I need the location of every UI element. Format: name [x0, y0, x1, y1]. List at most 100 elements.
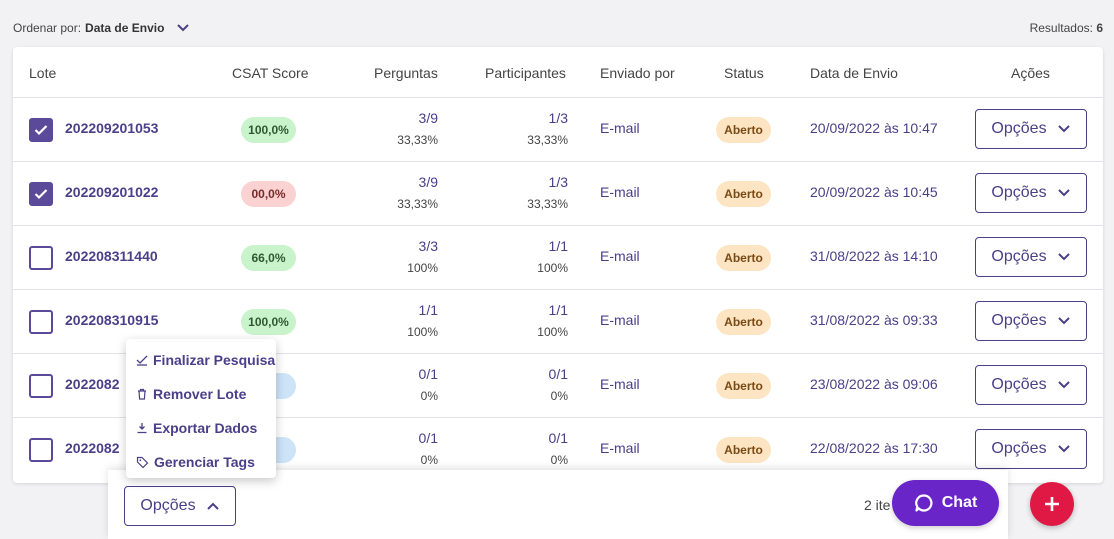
chevron-down-icon	[1057, 381, 1070, 389]
participantes-value: 0/1	[548, 430, 568, 446]
download-icon	[137, 423, 147, 434]
perguntas-cell: 3/9 33,33%	[358, 98, 438, 162]
row-checkbox[interactable]	[29, 246, 53, 270]
chevron-down-icon	[1057, 125, 1070, 133]
menu-item-remover-lote[interactable]: Remover Lote	[126, 377, 276, 411]
enviado-por: E-mail	[600, 184, 640, 200]
sort-prefix: Ordenar por:	[13, 21, 82, 35]
header-lote: Lote	[29, 65, 57, 81]
enviado-por: E-mail	[600, 312, 640, 328]
row-options-button[interactable]: Opções	[975, 429, 1087, 469]
row-checkbox[interactable]	[29, 438, 53, 462]
menu-item-label: Gerenciar Tags	[154, 454, 255, 470]
chevron-down-icon	[1057, 445, 1070, 453]
enviado-por: E-mail	[600, 248, 640, 264]
row-options-button[interactable]: Opções	[975, 109, 1087, 149]
csat-badge: 66,0%	[241, 245, 296, 271]
status-badge: Aberto	[716, 181, 771, 207]
bulk-action-bar: Opções 2 ite	[108, 470, 1008, 539]
participantes-percent: 0%	[550, 389, 568, 403]
add-fab-button[interactable]	[1030, 482, 1074, 526]
lote-link[interactable]: 202208310915	[65, 312, 158, 328]
perguntas-percent: 33,33%	[397, 133, 438, 147]
participantes-value: 1/3	[548, 174, 568, 190]
csat-badge: 100,0%	[241, 309, 296, 335]
menu-item-gerenciar-tags[interactable]: Gerenciar Tags	[126, 445, 276, 479]
table-row: 202209201053 100,0% 3/9 33,33% 1/3 33,33…	[13, 98, 1103, 162]
options-label: Opções	[140, 497, 196, 514]
participantes-cell: 1/3 33,33%	[488, 98, 568, 162]
lote-link[interactable]: 202208311440	[65, 248, 158, 264]
header-perguntas: Perguntas	[374, 65, 438, 81]
menu-item-finalizar-pesquisa[interactable]: Finalizar Pesquisa	[126, 343, 276, 377]
options-label: Opções	[991, 184, 1047, 201]
chat-button[interactable]: Chat	[892, 480, 999, 526]
table-header: Lote CSAT Score Perguntas Participantes …	[13, 47, 1103, 98]
sort-selector[interactable]: Ordenar por: Data de Envio	[13, 21, 190, 35]
lote-link[interactable]: 202209201053	[65, 120, 158, 136]
chevron-down-icon	[176, 23, 190, 33]
selected-count: 2 ite	[864, 497, 891, 513]
table-row: 202208311440 66,0% 3/3 100% 1/1 100% E-m…	[13, 226, 1103, 290]
results-number: 6	[1096, 21, 1103, 35]
chevron-down-icon	[1057, 189, 1070, 197]
plus-icon	[1045, 497, 1059, 511]
header-status: Status	[724, 65, 764, 81]
bulk-options-menu: Finalizar Pesquisa Remover Lote Exportar…	[126, 339, 276, 478]
header-participantes: Participantes	[485, 65, 566, 81]
perguntas-value: 1/1	[418, 302, 438, 318]
enviado-por: E-mail	[600, 120, 640, 136]
chevron-down-icon	[1057, 317, 1070, 325]
perguntas-percent: 100%	[407, 325, 438, 339]
header-csat: CSAT Score	[232, 65, 309, 81]
lote-link[interactable]: 2022082	[65, 376, 120, 392]
row-checkbox[interactable]	[29, 374, 53, 398]
data-envio: 31/08/2022 às 14:10	[810, 248, 938, 264]
row-options-button[interactable]: Opções	[975, 173, 1087, 213]
options-label: Opções	[991, 376, 1047, 393]
header-enviado-por: Enviado por	[600, 65, 675, 81]
menu-item-exportar-dados[interactable]: Exportar Dados	[126, 411, 276, 445]
participantes-percent: 33,33%	[527, 197, 568, 211]
perguntas-cell: 1/1 100%	[358, 290, 438, 354]
tag-icon	[136, 456, 149, 468]
row-options-button[interactable]: Opções	[975, 237, 1087, 277]
lote-link[interactable]: 202209201022	[65, 184, 158, 200]
perguntas-percent: 0%	[420, 389, 438, 403]
row-options-button[interactable]: Opções	[975, 301, 1087, 341]
enviado-por: E-mail	[600, 376, 640, 392]
csat-badge: 100,0%	[241, 117, 296, 143]
chevron-up-icon	[206, 502, 219, 510]
row-checkbox[interactable]	[29, 118, 53, 142]
row-checkbox[interactable]	[29, 182, 53, 206]
data-envio: 20/09/2022 às 10:47	[810, 120, 938, 136]
perguntas-value: 3/3	[418, 238, 438, 254]
options-label: Opções	[991, 248, 1047, 265]
check-icon	[34, 125, 48, 136]
status-badge: Aberto	[716, 245, 771, 271]
perguntas-percent: 0%	[420, 453, 438, 467]
participantes-value: 1/1	[548, 302, 568, 318]
participantes-percent: 100%	[537, 325, 568, 339]
header-data-envio: Data de Envio	[810, 65, 898, 81]
results-label: Resultados:	[1029, 21, 1093, 35]
perguntas-value: 3/9	[418, 110, 438, 126]
trash-icon	[138, 388, 146, 400]
row-checkbox[interactable]	[29, 310, 53, 334]
enviado-por: E-mail	[600, 440, 640, 456]
participantes-value: 0/1	[548, 366, 568, 382]
participantes-cell: 0/1 0%	[488, 354, 568, 418]
status-badge: Aberto	[716, 373, 771, 399]
row-options-button[interactable]: Opções	[975, 365, 1087, 405]
participantes-cell: 1/1 100%	[488, 226, 568, 290]
perguntas-cell: 3/3 100%	[358, 226, 438, 290]
bulk-options-button[interactable]: Opções	[124, 486, 236, 526]
lote-link[interactable]: 2022082	[65, 440, 120, 456]
participantes-value: 1/1	[548, 238, 568, 254]
perguntas-percent: 33,33%	[397, 197, 438, 211]
status-badge: Aberto	[716, 437, 771, 463]
data-envio: 22/08/2022 às 17:30	[810, 440, 938, 456]
perguntas-cell: 3/9 33,33%	[358, 162, 438, 226]
menu-item-label: Exportar Dados	[153, 420, 258, 436]
options-label: Opções	[991, 120, 1047, 137]
